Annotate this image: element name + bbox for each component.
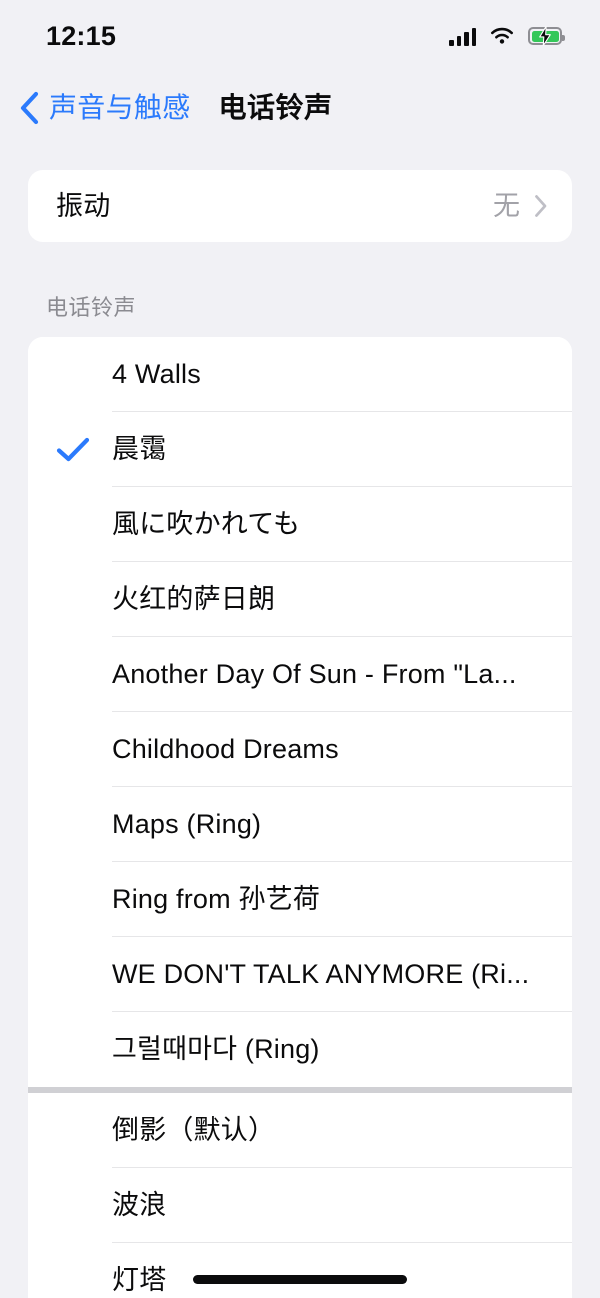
ringtone-list-card: 4 Walls 晨霭風に吹かれても火红的萨日朗 Another Day Of Sun…: [28, 337, 572, 1298]
ringtone-label: WE DON'T TALK ANYMORE (Ri...: [112, 958, 572, 992]
charging-bolt-icon: [538, 27, 553, 46]
battery-charging-icon: [528, 27, 562, 45]
ringtone-row[interactable]: Another Day Of Sun - From "La...: [28, 637, 572, 712]
section-header-ringtones: 电话铃声: [46, 297, 136, 319]
ringtone-label: Ring from 孙艺荷: [112, 883, 572, 917]
ringtone-label: 그럴때마다 (Ring): [112, 1033, 572, 1067]
status-bar-time: 12:15: [46, 23, 116, 50]
status-bar-indicators: [449, 26, 562, 46]
ringtone-label: Another Day Of Sun - From "La...: [112, 658, 572, 692]
ringtone-check-slot: [28, 437, 112, 463]
iphone-screen: 12:15: [0, 0, 600, 1298]
chevron-right-icon: [534, 194, 548, 218]
chevron-left-icon: [18, 91, 40, 125]
status-bar: 12:15: [0, 0, 600, 72]
ringtone-label: 火红的萨日朗: [112, 583, 572, 617]
checkmark-icon: [56, 437, 90, 463]
cellular-signal-icon: [449, 26, 476, 46]
ringtone-row[interactable]: 風に吹かれても: [28, 487, 572, 562]
vibration-row-accessory: 无: [493, 193, 548, 220]
ringtone-row[interactable]: 波浪: [28, 1168, 572, 1243]
vibration-label: 振动: [56, 193, 111, 220]
vibration-value: 无: [493, 193, 520, 220]
ringtone-row[interactable]: 晨霭: [28, 412, 572, 487]
back-button[interactable]: 声音与触感: [18, 91, 191, 125]
ringtone-label: 波浪: [112, 1189, 572, 1223]
ringtone-label: 倒影（默认）: [112, 1114, 572, 1148]
vibration-card: 振动 无: [28, 170, 572, 242]
ringtone-row[interactable]: Childhood Dreams: [28, 712, 572, 787]
ringtone-list: 4 Walls 晨霭風に吹かれても火红的萨日朗 Another Day Of Sun…: [28, 337, 572, 1298]
ringtone-row[interactable]: Ring from 孙艺荷: [28, 862, 572, 937]
ringtone-label: 4 Walls: [112, 358, 572, 392]
ringtone-label: 風に吹かれても: [112, 508, 572, 542]
ringtone-label: Childhood Dreams: [112, 733, 572, 767]
wifi-icon: [489, 26, 515, 46]
page-title: 电话铃声: [219, 94, 333, 122]
ringtone-row[interactable]: 灯塔: [28, 1243, 572, 1298]
ringtone-row[interactable]: 倒影（默认）: [28, 1093, 572, 1168]
ringtone-row[interactable]: 火红的萨日朗: [28, 562, 572, 637]
ringtone-label: Maps (Ring): [112, 808, 572, 842]
ringtone-row[interactable]: WE DON'T TALK ANYMORE (Ri...: [28, 937, 572, 1012]
ringtone-row[interactable]: 그럴때마다 (Ring): [28, 1012, 572, 1087]
home-indicator-bar[interactable]: [193, 1275, 407, 1284]
navigation-bar: 声音与触感 电话铃声: [0, 72, 600, 144]
ringtone-label: 晨霭: [112, 433, 572, 467]
back-button-label: 声音与触感: [49, 94, 191, 122]
ringtone-row[interactable]: 4 Walls: [28, 337, 572, 412]
vibration-row[interactable]: 振动 无: [28, 170, 572, 242]
ringtone-row[interactable]: Maps (Ring): [28, 787, 572, 862]
